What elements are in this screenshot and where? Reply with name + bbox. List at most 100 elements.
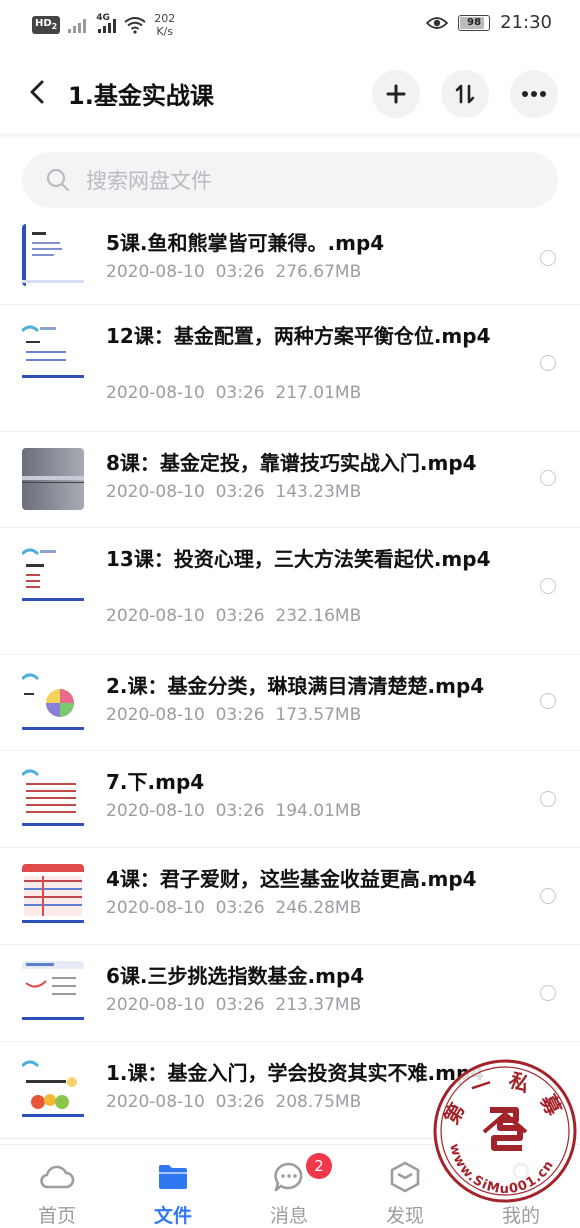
file-time: 03:26 — [215, 482, 265, 502]
status-right: 98 21:30 — [426, 12, 552, 33]
file-date: 2020-08-10 — [106, 995, 205, 1015]
nav-home[interactable]: 首页 — [2, 1145, 112, 1227]
battery-indicator: 98 — [458, 14, 491, 31]
plus-icon — [386, 84, 406, 104]
file-name: 5课.鱼和熊掌皆可兼得。.mp4 — [106, 231, 385, 255]
select-radio[interactable] — [540, 985, 556, 1001]
list-item[interactable]: 8课：基金定投，靠谱技巧实战入门.mp4 2020-08-10 03:26 14… — [0, 432, 580, 528]
file-list: 5课.鱼和熊掌皆可兼得。.mp4 2020-08-10 03:26 276.67… — [0, 210, 580, 1139]
file-date: 2020-08-10 — [106, 383, 205, 403]
header-divider — [0, 134, 580, 140]
status-left: HD2 4G 202 K/s — [32, 12, 175, 38]
video-thumbnail — [22, 224, 84, 286]
list-item[interactable]: 6课.三步挑选指数基金.mp4 2020-08-10 03:26 213.37M… — [0, 945, 580, 1042]
eye-icon — [426, 16, 449, 29]
file-size: 217.01MB — [275, 383, 362, 403]
search-icon — [46, 168, 70, 192]
file-date: 2020-08-10 — [106, 898, 205, 918]
select-radio[interactable] — [540, 250, 556, 266]
file-time: 03:26 — [215, 383, 265, 403]
battery-level: 98 — [467, 16, 482, 28]
file-date: 2020-08-10 — [106, 705, 205, 725]
file-time: 03:26 — [215, 606, 265, 626]
file-time: 03:26 — [215, 705, 265, 725]
select-radio[interactable] — [540, 578, 556, 594]
video-thumbnail — [22, 1058, 84, 1120]
list-item[interactable]: 5课.鱼和熊掌皆可兼得。.mp4 2020-08-10 03:26 276.67… — [0, 210, 580, 305]
search-input[interactable] — [84, 160, 528, 202]
file-date: 2020-08-10 — [106, 606, 205, 626]
sort-icon — [455, 84, 475, 104]
video-thumbnail — [22, 321, 84, 383]
list-item[interactable]: 2.课：基金分类，琳琅满目清清楚楚.mp4 2020-08-10 03:26 1… — [0, 655, 580, 751]
file-size: 194.01MB — [275, 801, 362, 821]
file-name: 2.课：基金分类，琳琅满目清清楚楚.mp4 — [106, 674, 485, 698]
file-date: 2020-08-10 — [106, 1092, 205, 1112]
file-date: 2020-08-10 — [106, 482, 205, 502]
sort-button[interactable] — [441, 70, 489, 118]
back-button[interactable] — [24, 74, 52, 110]
search-bar[interactable] — [22, 152, 558, 208]
file-name: 7.下.mp4 — [106, 770, 205, 794]
watermark-seal: 第一私募 www.SiMu001.cn — [433, 1059, 577, 1203]
file-size: 246.28MB — [275, 898, 362, 918]
file-meta: 2020-08-10 03:26 217.01MB — [106, 383, 361, 403]
page-title: 1.基金实战课 — [68, 82, 214, 110]
file-meta: 2020-08-10 03:26 143.23MB — [106, 482, 361, 502]
chat-bubble-icon — [274, 1162, 303, 1192]
network-speed: 202 K/s — [154, 12, 175, 38]
file-time: 03:26 — [215, 898, 265, 918]
select-radio[interactable] — [540, 355, 556, 371]
title-bar: 1.基金实战课 — [0, 60, 580, 126]
file-meta: 2020-08-10 03:26 246.28MB — [106, 898, 361, 918]
file-name: 8课：基金定投，靠谱技巧实战入门.mp4 — [106, 451, 477, 475]
file-meta: 2020-08-10 03:26 173.57MB — [106, 705, 361, 725]
file-meta: 2020-08-10 03:26 213.37MB — [106, 995, 361, 1015]
file-size: 173.57MB — [275, 705, 362, 725]
file-meta: 2020-08-10 03:26 194.01MB — [106, 801, 361, 821]
video-thumbnail — [22, 767, 84, 829]
add-button[interactable] — [372, 70, 420, 118]
file-meta: 2020-08-10 03:26 208.75MB — [106, 1092, 361, 1112]
file-meta: 2020-08-10 03:26 276.67MB — [106, 262, 361, 282]
speed-unit: K/s — [156, 25, 174, 38]
file-size: 276.67MB — [275, 262, 362, 282]
more-button[interactable] — [510, 70, 558, 118]
file-time: 03:26 — [215, 995, 265, 1015]
cube-icon — [390, 1161, 420, 1193]
file-size: 143.23MB — [275, 482, 362, 502]
video-thumbnail — [22, 544, 84, 606]
folder-icon — [159, 1165, 187, 1189]
file-name: 4课：君子爱财，这些基金收益更高.mp4 — [106, 867, 477, 891]
nav-messages[interactable]: 2 消息 — [234, 1145, 344, 1227]
speed-value: 202 — [154, 12, 176, 25]
file-date: 2020-08-10 — [106, 262, 205, 282]
select-radio[interactable] — [540, 693, 556, 709]
signal-icon-2: 4G — [96, 13, 117, 33]
file-time: 03:26 — [215, 801, 265, 821]
video-thumbnail — [22, 961, 84, 1023]
wifi-icon — [124, 17, 146, 34]
file-name: 12课：基金配置，两种方案平衡仓位.mp4 — [106, 324, 491, 348]
cloud-icon — [40, 1165, 75, 1189]
file-meta: 2020-08-10 03:26 232.16MB — [106, 606, 361, 626]
status-bar: HD2 4G 202 K/s 98 21:30 — [0, 0, 580, 50]
file-name: 6课.三步挑选指数基金.mp4 — [106, 964, 365, 988]
list-item[interactable]: 4课：君子爱财，这些基金收益更高.mp4 2020-08-10 03:26 24… — [0, 848, 580, 945]
file-size: 208.75MB — [275, 1092, 362, 1112]
select-radio[interactable] — [540, 888, 556, 904]
signal-icon-1 — [68, 17, 87, 33]
select-radio[interactable] — [540, 470, 556, 486]
select-radio[interactable] — [540, 791, 556, 807]
file-size: 232.16MB — [275, 606, 362, 626]
more-icon — [522, 91, 546, 97]
nav-files[interactable]: 文件 — [118, 1145, 228, 1227]
network-label: 4G — [96, 13, 110, 23]
file-time: 03:26 — [215, 262, 265, 282]
list-item[interactable]: 7.下.mp4 2020-08-10 03:26 194.01MB — [0, 751, 580, 848]
list-item[interactable]: 13课：投资心理，三大方法笑看起伏.mp4 2020-08-10 03:26 2… — [0, 528, 580, 655]
clock: 21:30 — [500, 12, 552, 33]
list-item[interactable]: 12课：基金配置，两种方案平衡仓位.mp4 2020-08-10 03:26 2… — [0, 305, 580, 432]
hd-label: HD — [35, 18, 52, 29]
file-size: 213.37MB — [275, 995, 362, 1015]
